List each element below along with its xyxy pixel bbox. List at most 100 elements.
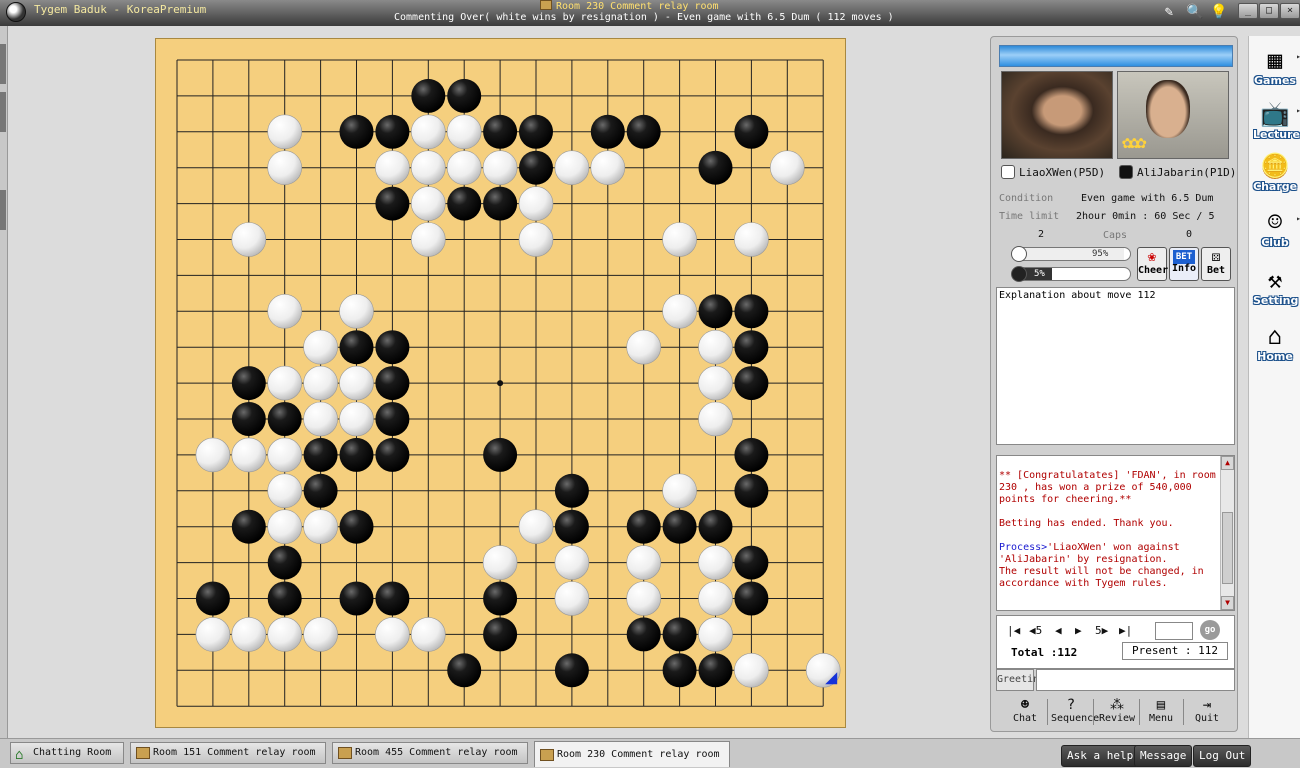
sequence-button[interactable]: ? Sequence [1051, 697, 1099, 727]
ask-help-button[interactable]: Ask a help [1061, 745, 1140, 767]
black-stone [590, 114, 625, 149]
chat-scrollbar[interactable]: ▲ ▼ [1220, 456, 1234, 610]
minimize-button[interactable]: _ [1238, 3, 1258, 19]
white-stone [267, 437, 302, 473]
greeting-input[interactable] [1036, 669, 1235, 691]
menu-label: Setting [1253, 294, 1299, 307]
white-stone [267, 473, 302, 509]
time-limit-label: Time limit [999, 211, 1060, 222]
quit-button[interactable]: ⇥ Quit [1187, 697, 1227, 727]
forward-5-button[interactable]: 5▶ [1095, 624, 1108, 637]
lightbulb-icon[interactable]: 💡 [1210, 3, 1228, 21]
white-stone [195, 437, 231, 473]
close-button[interactable]: × [1280, 3, 1300, 19]
book-icon: ▤ [1156, 697, 1166, 713]
white-stone [339, 401, 374, 437]
white-cheer-knob [1011, 246, 1027, 262]
cheer-label: Cheer [1138, 265, 1169, 276]
info-button[interactable]: BET Info [1169, 247, 1199, 281]
bet-badge-icon: BET [1173, 250, 1195, 264]
black-stone [375, 402, 410, 436]
bet-button[interactable]: ⚄ Bet [1201, 247, 1231, 281]
menu-lecture[interactable]: 📺 Lecture ▸ [1253, 100, 1300, 146]
chat-log[interactable]: ** [Congratulatates] 'FDAN', in room 230… [996, 455, 1235, 611]
tab-chatting-room[interactable]: ⌂ Chatting Room [10, 742, 124, 764]
black-stone [662, 617, 697, 652]
menu-label: Club [1261, 236, 1289, 249]
sequence-label: Sequence [1051, 713, 1100, 724]
logout-button[interactable]: Log Out [1193, 745, 1252, 767]
white-stone [303, 365, 338, 401]
white-stone [375, 150, 410, 185]
black-stone [483, 437, 518, 472]
chat-label: Chat [1012, 713, 1038, 724]
app-title: Tygem Baduk - KoreaPremium [34, 3, 207, 16]
people-icon: ☺ [1267, 208, 1283, 236]
go-board-svg[interactable] [156, 39, 847, 729]
review-button[interactable]: ⁂ Review [1097, 697, 1137, 727]
title-bar: Tygem Baduk - KoreaPremium Room 230 Comm… [0, 0, 1300, 26]
move-number-input[interactable] [1155, 622, 1193, 640]
black-stone [339, 509, 374, 544]
go-button[interactable]: go [1200, 620, 1220, 640]
cheer-button[interactable]: ❀ Cheer [1137, 247, 1169, 281]
menu-label: Games [1254, 74, 1296, 87]
greeting-button[interactable]: Greeting [996, 669, 1045, 691]
white-stone [626, 329, 662, 365]
baduk-stone-icon[interactable] [6, 2, 26, 22]
flower-icon: ✿✿✿ [1122, 132, 1147, 153]
back-5-button[interactable]: ◀5 [1029, 624, 1042, 637]
white-cheer-bar: 95% [1013, 247, 1131, 261]
pen-icon[interactable]: ✎ [1160, 3, 1178, 21]
panel-header [999, 45, 1233, 67]
scroll-thumb[interactable] [1222, 512, 1233, 584]
white-stone [698, 401, 733, 437]
white-stone [446, 114, 482, 150]
white-stone [482, 545, 518, 580]
menu-games[interactable]: ▦ Games ▸ [1253, 46, 1300, 92]
menu-setting[interactable]: ⚒ Setting [1253, 266, 1299, 312]
menu-charge[interactable]: 🪙 Charge [1253, 152, 1297, 198]
tab-room-230[interactable]: Room 230 Comment relay room [534, 741, 730, 767]
black-stone [734, 114, 769, 149]
menu-home[interactable]: ⌂ Home [1253, 322, 1297, 368]
scroll-down-icon[interactable]: ▼ [1221, 596, 1234, 610]
tab-label: Chatting Room [33, 747, 112, 758]
back-button[interactable]: ◀ [1055, 624, 1062, 637]
question-icon: ? [1066, 697, 1076, 713]
white-stone [518, 222, 554, 257]
black-player-photo: ✿✿✿ [1117, 71, 1229, 159]
first-move-button[interactable]: |◀ [1007, 624, 1020, 637]
game-status: Commenting Over( white wins by resignati… [394, 12, 894, 23]
black-stone [303, 473, 338, 508]
white-stone [410, 186, 446, 221]
forward-button[interactable]: ▶ [1075, 624, 1082, 637]
black-stone [554, 653, 589, 688]
white-stone [734, 652, 769, 688]
maximize-button[interactable]: □ [1259, 3, 1279, 19]
tab-room-455[interactable]: Room 455 Comment relay room [332, 742, 528, 764]
white-stone [267, 617, 302, 652]
menu-club[interactable]: ☺ Club ▸ [1253, 208, 1300, 254]
go-board[interactable] [155, 38, 846, 728]
player-face [1146, 80, 1190, 138]
black-player-label: AliJabarin(P1D) [1137, 166, 1237, 179]
left-strip-mark [0, 44, 6, 84]
black-stone [698, 294, 733, 329]
black-stone [411, 78, 446, 113]
search-icon[interactable]: 🔍 [1186, 3, 1204, 21]
black-stone [231, 366, 266, 401]
last-move-button[interactable]: ▶| [1119, 624, 1132, 637]
tv-icon: 📺 [1260, 100, 1290, 128]
chat-button[interactable]: ☻ Chat [1005, 697, 1045, 727]
scroll-up-icon[interactable]: ▲ [1221, 456, 1234, 470]
black-stone [698, 150, 733, 185]
message-button[interactable]: Message [1134, 745, 1193, 767]
black-stone [375, 366, 410, 401]
white-stone [339, 365, 374, 401]
menu-button[interactable]: ▤ Menu [1141, 697, 1181, 727]
white-stone [662, 222, 697, 257]
tab-room-151[interactable]: Room 151 Comment relay room [130, 742, 326, 764]
board-icon [338, 747, 352, 759]
black-stone [447, 186, 482, 221]
